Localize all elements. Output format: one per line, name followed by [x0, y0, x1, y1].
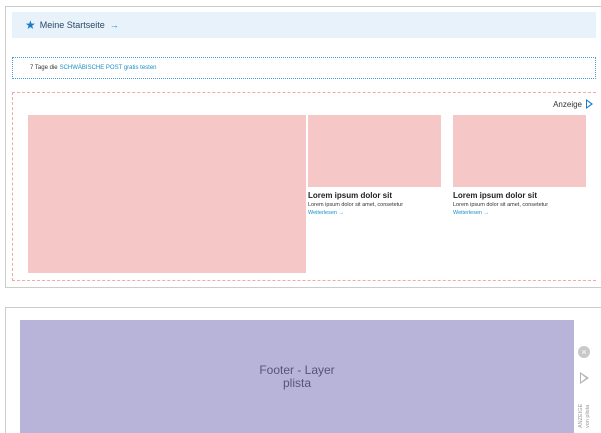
- ad-teaser-description: Lorem ipsum dolor sit amet, consetetur: [453, 202, 549, 208]
- adchoices-icon[interactable]: [580, 372, 589, 384]
- ad-teaser-title[interactable]: Lorem ipsum dolor sit: [453, 191, 586, 201]
- arrow-right-icon: →: [109, 20, 119, 30]
- ad-attribution-label: ANZEIGE: [578, 403, 584, 428]
- footer-layer-provider: plista: [282, 375, 311, 390]
- ad-attribution-provider: von plista: [585, 404, 591, 428]
- my-startpage-link[interactable]: ★ Meine Startseite →: [12, 12, 596, 38]
- footer-layer-title: Footer - Layer: [259, 362, 335, 377]
- my-startpage-label: Meine Startseite: [39, 20, 105, 30]
- trial-promo-text: 7 Tage die: [30, 65, 58, 71]
- close-icon[interactable]: ×: [578, 346, 590, 358]
- ad-teaser-read-more[interactable]: Weiterlesen →: [453, 210, 586, 217]
- ad-label-text: Anzeige: [553, 99, 582, 109]
- footer-ad-layer[interactable]: Footer - Layer plista: [20, 320, 574, 433]
- star-icon: ★: [25, 18, 36, 32]
- ad-teaser-description: Lorem ipsum dolor sit amet, consetetur: [308, 202, 404, 208]
- ad-teaser[interactable]: Lorem ipsum dolor sit Lorem ipsum dolor …: [453, 115, 586, 217]
- ad-teaser-read-more[interactable]: Weiterlesen →: [308, 210, 441, 217]
- adchoices-icon: [586, 99, 593, 109]
- ad-label[interactable]: Anzeige: [553, 99, 593, 109]
- ad-teaser[interactable]: Lorem ipsum dolor sit Lorem ipsum dolor …: [308, 115, 441, 217]
- ad-teaser-image[interactable]: [453, 115, 586, 187]
- trial-promo-link[interactable]: SCHWÄBISCHE POST gratis testen: [60, 65, 157, 71]
- ad-main-image[interactable]: [28, 115, 306, 273]
- ad-attribution: ANZEIGE von plista: [576, 392, 598, 432]
- ad-container: Anzeige Lorem ipsum dolor sit Lorem ipsu…: [12, 92, 596, 281]
- trial-promo-banner: 7 Tage die SCHWÄBISCHE POST gratis teste…: [12, 57, 596, 79]
- ad-teaser-image[interactable]: [308, 115, 441, 187]
- ad-teaser-title[interactable]: Lorem ipsum dolor sit: [308, 191, 441, 201]
